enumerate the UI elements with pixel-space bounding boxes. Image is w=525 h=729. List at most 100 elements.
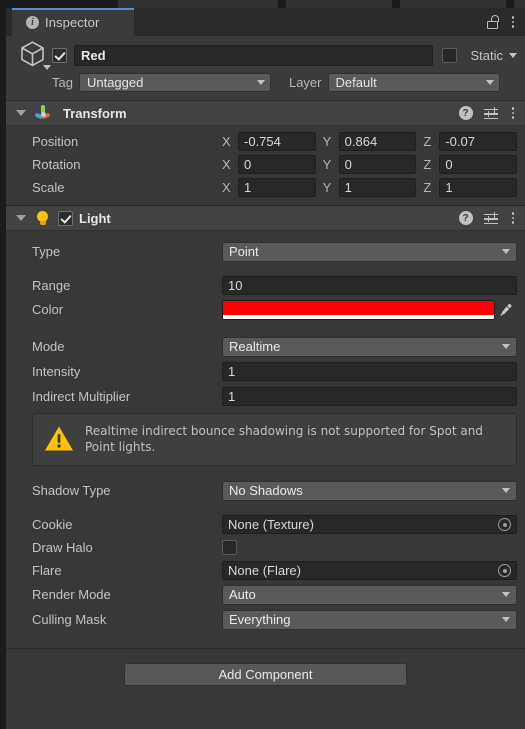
- tab-inspector-label: Inspector: [45, 14, 100, 30]
- static-label: Static: [470, 47, 503, 63]
- background-tab: [400, 0, 506, 8]
- cube-icon[interactable]: [18, 40, 52, 70]
- axis-y-label: Y: [322, 180, 332, 195]
- light-indirect-multiplier-input[interactable]: 1: [222, 387, 517, 406]
- light-intensity-row: Intensity 1: [6, 359, 525, 384]
- static-checkbox[interactable]: [442, 47, 458, 63]
- light-range-row: Range 10: [6, 274, 525, 297]
- light-cookie-label: Cookie: [32, 517, 73, 532]
- transform-fields: Position X -0.754 Y 0.864 Z -0.07 Rotati…: [6, 126, 525, 205]
- kebab-menu-icon[interactable]: [509, 210, 518, 226]
- light-component-header[interactable]: Light ?: [6, 205, 525, 231]
- axis-y-label: Y: [322, 134, 332, 149]
- light-color-row: Color: [6, 297, 525, 322]
- tag-value: Untagged: [86, 74, 144, 90]
- transform-rotation-x-input[interactable]: 0: [238, 155, 316, 174]
- transform-position-z-input[interactable]: -0.07: [439, 132, 518, 151]
- light-range-input[interactable]: 10: [222, 276, 517, 295]
- transform-scale-z-input[interactable]: 1: [439, 178, 518, 197]
- gameobject-name-value: Red: [81, 47, 106, 63]
- inspector-panel: i Inspector Red Static Tag Untagged Laye…: [6, 8, 525, 729]
- tab-bar: i Inspector: [6, 8, 525, 36]
- light-shadow-type-label: Shadow Type: [32, 483, 111, 498]
- light-cookie-object-field[interactable]: None (Texture): [222, 515, 517, 534]
- light-intensity-label: Intensity: [32, 364, 81, 379]
- kebab-menu-icon[interactable]: [509, 105, 518, 121]
- transform-rotation-label: Rotation: [32, 157, 81, 172]
- preset-settings-icon[interactable]: [483, 211, 498, 225]
- transform-scale-y-input[interactable]: 1: [338, 178, 417, 197]
- preset-settings-icon[interactable]: [483, 106, 498, 120]
- transform-position-row: Position X -0.754 Y 0.864 Z -0.07: [6, 130, 525, 153]
- transform-rotation-z-input[interactable]: 0: [439, 155, 518, 174]
- chevron-down-icon: [43, 65, 51, 70]
- light-culling-mask-dropdown[interactable]: Everything: [222, 609, 517, 630]
- light-mode-dropdown[interactable]: Realtime: [222, 336, 517, 357]
- active-tab-accent: [12, 8, 134, 10]
- transform-rotation-y-input[interactable]: 0: [338, 155, 417, 174]
- eyedropper-icon[interactable]: [495, 303, 517, 317]
- background-tab: [286, 0, 392, 8]
- light-color-swatch[interactable]: [222, 299, 495, 320]
- transform-position-z-value: -0.07: [445, 134, 475, 149]
- gameobject-enabled-checkbox[interactable]: [52, 47, 67, 63]
- object-picker-icon[interactable]: [498, 564, 511, 577]
- light-enabled-checkbox[interactable]: [58, 210, 73, 226]
- transform-position-x-value: -0.754: [244, 134, 281, 149]
- light-color-label: Color: [32, 302, 64, 317]
- transform-scale-x-input[interactable]: 1: [238, 178, 316, 197]
- light-range-value: 10: [228, 278, 243, 293]
- light-shadow-type-dropdown[interactable]: No Shadows: [222, 480, 517, 501]
- lock-body: [486, 21, 498, 29]
- transform-title: Transform: [63, 105, 127, 121]
- static-dropdown-chevron-icon[interactable]: [509, 52, 517, 58]
- light-color-main: [223, 300, 494, 315]
- light-intensity-input[interactable]: 1: [222, 362, 517, 381]
- transform-position-vector: X -0.754 Y 0.864 Z -0.07: [222, 132, 518, 151]
- transform-gizmo-icon: [34, 105, 51, 121]
- help-icon[interactable]: ?: [458, 106, 473, 120]
- transform-component-header[interactable]: Transform ?: [6, 100, 525, 126]
- light-warning-wrap: Realtime indirect bounce shadowing is no…: [6, 409, 525, 472]
- light-foldout-icon[interactable]: [16, 215, 26, 221]
- eyedropper-icon-svg: [500, 303, 512, 316]
- layer-label: Layer: [288, 74, 322, 90]
- add-component-button[interactable]: Add Component: [124, 663, 407, 686]
- light-draw-halo-checkbox[interactable]: [222, 540, 237, 555]
- light-mode-label: Mode: [32, 339, 65, 354]
- light-indirect-multiplier-value: 1: [228, 389, 236, 404]
- background-tab: [514, 0, 525, 8]
- light-shadow-type-value: No Shadows: [229, 483, 303, 498]
- transform-header-actions: ?: [458, 105, 518, 121]
- static-control: Static: [442, 47, 517, 63]
- light-indirect-multiplier-row: Indirect Multiplier 1: [6, 384, 525, 409]
- tag-dropdown[interactable]: Untagged: [78, 72, 271, 92]
- light-draw-halo-label: Draw Halo: [32, 540, 93, 555]
- transform-scale-x-value: 1: [244, 180, 252, 195]
- gameobject-name-input[interactable]: Red: [74, 44, 434, 66]
- transform-scale-label: Scale: [32, 180, 65, 195]
- transform-position-y-input[interactable]: 0.864: [338, 132, 417, 151]
- transform-foldout-icon[interactable]: [16, 110, 26, 116]
- layer-dropdown[interactable]: Default: [327, 72, 500, 92]
- light-render-mode-dropdown[interactable]: Auto: [222, 584, 517, 605]
- light-culling-mask-value: Everything: [229, 612, 291, 627]
- transform-rotation-vector: X 0 Y 0 Z 0: [222, 155, 518, 174]
- help-icon[interactable]: ?: [458, 211, 473, 225]
- light-flare-value: None (Flare): [228, 563, 301, 578]
- kebab-menu-icon[interactable]: [509, 14, 518, 30]
- light-type-dropdown[interactable]: Point: [222, 241, 517, 262]
- light-header-actions: ?: [458, 210, 518, 226]
- footer: Add Component: [6, 649, 525, 686]
- layer-value: Default: [335, 74, 377, 90]
- background-tab: [118, 0, 278, 8]
- light-mode-row: Mode Realtime: [6, 334, 525, 359]
- inspector-window: i Inspector Red Static Tag Untagged Laye…: [0, 0, 525, 729]
- object-picker-icon[interactable]: [498, 518, 511, 531]
- transform-position-x-input[interactable]: -0.754: [238, 132, 316, 151]
- axis-z-label: Z: [423, 180, 432, 195]
- tab-inspector[interactable]: i Inspector: [12, 8, 134, 36]
- lock-open-icon[interactable]: [486, 15, 499, 29]
- light-flare-object-field[interactable]: None (Flare): [222, 561, 517, 580]
- axis-z-label: Z: [423, 157, 432, 172]
